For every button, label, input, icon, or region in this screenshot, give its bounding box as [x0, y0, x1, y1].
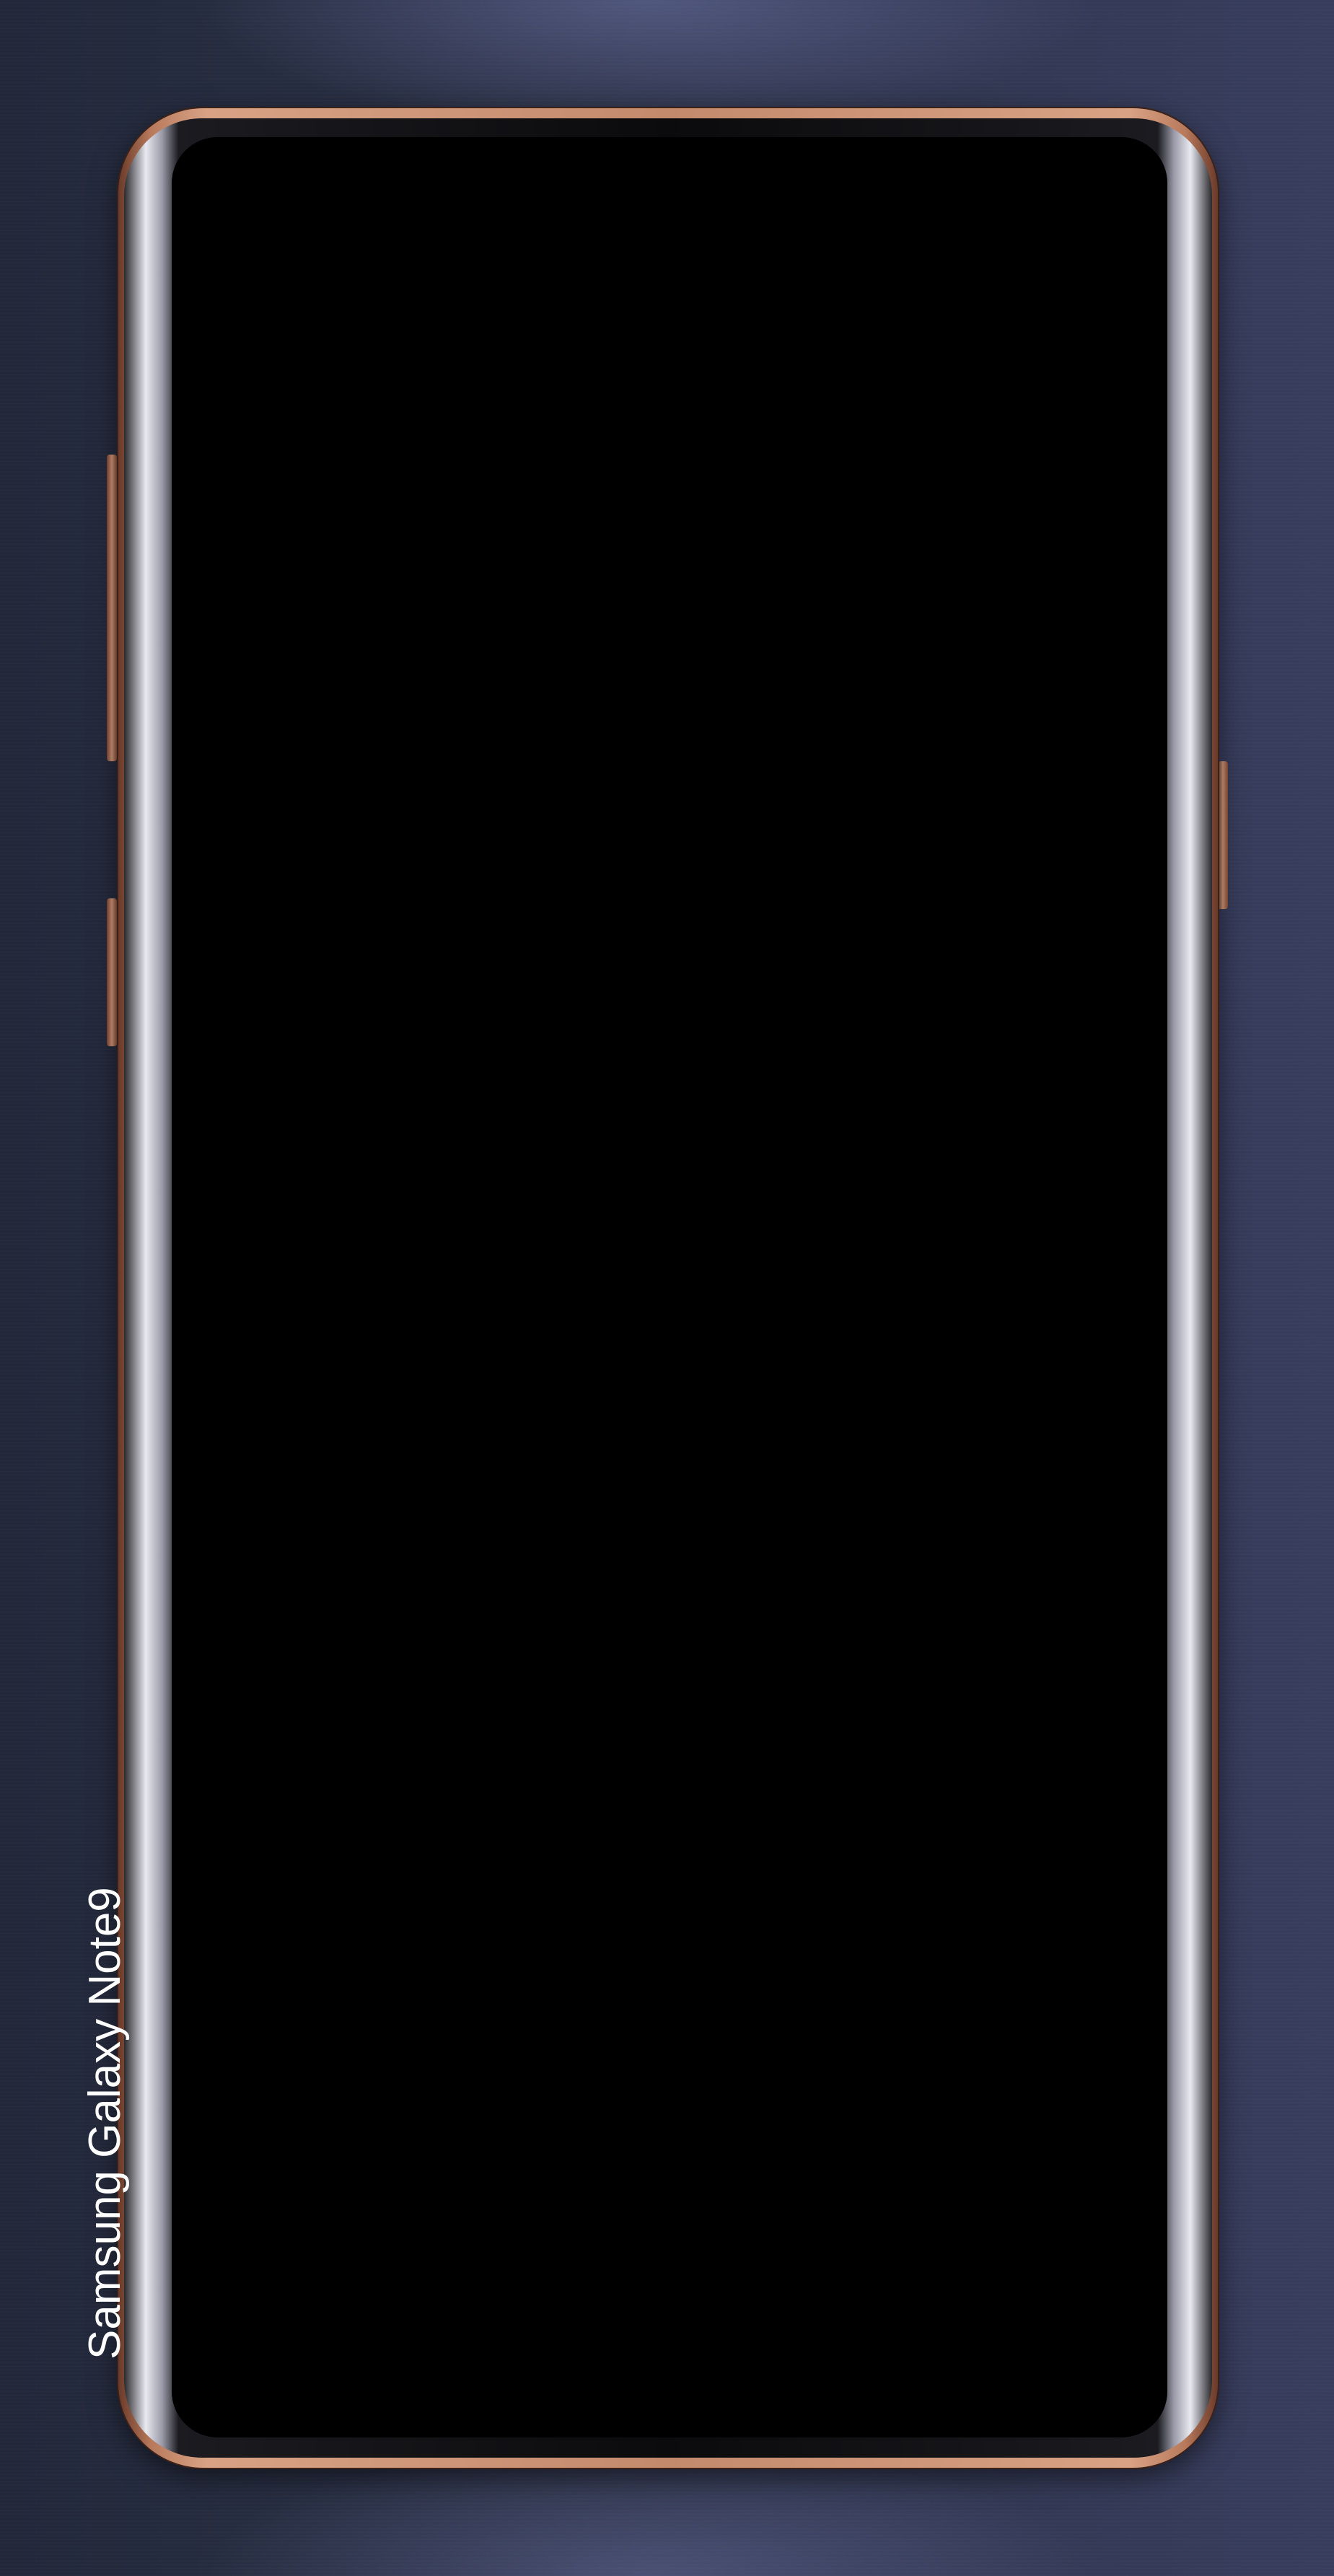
- power-button[interactable]: [1218, 761, 1228, 909]
- device-name-label: Samsung Galaxy Note9: [80, 1887, 130, 2360]
- volume-button[interactable]: [107, 898, 117, 1046]
- phone-screen[interactable]: [172, 137, 1167, 2437]
- bixby-button[interactable]: [107, 455, 117, 761]
